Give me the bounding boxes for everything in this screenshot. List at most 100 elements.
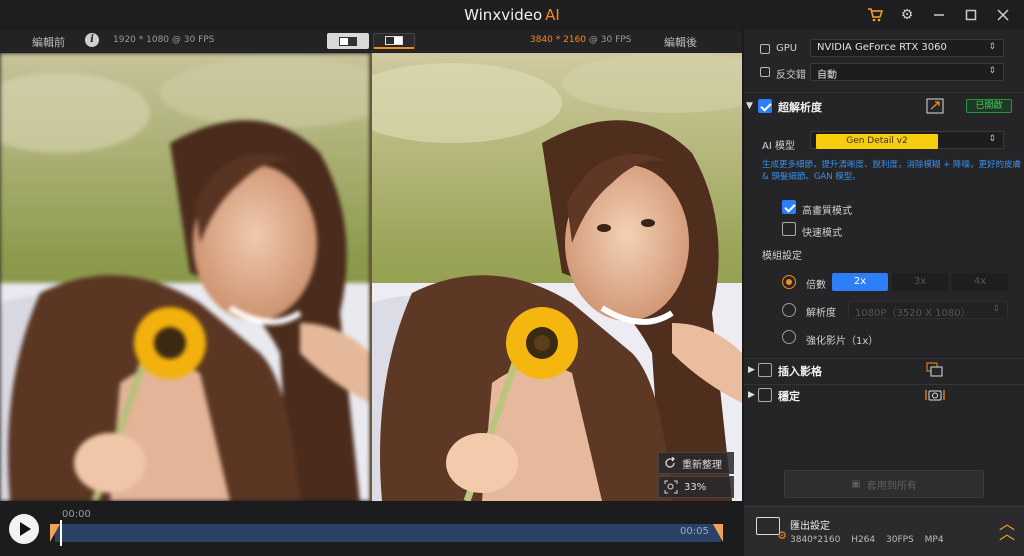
- frame-interp-title: 插入影格: [778, 365, 822, 378]
- gear-icon[interactable]: ⚙: [894, 5, 920, 25]
- title-bar: Winxvideo AI ⚙: [0, 0, 1024, 30]
- source-resolution: 1920 * 1080 @ 30 FPS: [113, 35, 215, 45]
- reset-label: 重新整理: [682, 459, 722, 471]
- frame-interp-checkbox[interactable]: [758, 363, 772, 377]
- fast-mode-checkbox[interactable]: [782, 222, 796, 236]
- copy-icon: ▣: [851, 478, 861, 490]
- ai-model-value: Gen Detail v2: [816, 134, 938, 149]
- deinterlace-label: 反交錯: [776, 70, 806, 81]
- section-divider: [744, 384, 1024, 385]
- chevron-right-icon[interactable]: ▶: [748, 390, 755, 400]
- side-by-side-view-button[interactable]: [373, 33, 415, 49]
- export-settings[interactable]: 匯出設定 3840*2160 H264 30FPS MP4 ︿︿: [744, 506, 1024, 556]
- cart-icon[interactable]: [862, 5, 888, 25]
- scale-option-4x[interactable]: 4x: [952, 273, 1008, 291]
- enhance-radio[interactable]: [782, 330, 796, 344]
- play-button[interactable]: [9, 514, 39, 544]
- resolution-label: 解析度: [806, 308, 836, 319]
- module-settings-label: 模組設定: [762, 251, 802, 262]
- after-label: 編輯後: [664, 36, 697, 49]
- export-codec: H264: [851, 535, 876, 545]
- apply-all-button[interactable]: ▣ 套用到所有: [784, 470, 984, 498]
- camera-stabilize-icon: [925, 390, 945, 401]
- app-name: Winxvideo: [464, 6, 543, 24]
- preview-before[interactable]: [0, 53, 370, 501]
- scale-option-3x[interactable]: 3x: [892, 273, 948, 291]
- enhance-label: 強化影片（1x）: [806, 336, 879, 347]
- split-view-button[interactable]: [327, 33, 369, 49]
- resolution-radio[interactable]: [782, 303, 796, 317]
- current-time: 00:00: [62, 509, 91, 520]
- info-icon[interactable]: i: [85, 33, 99, 47]
- scale-label: 倍數: [806, 280, 826, 291]
- export-settings-icon: [756, 517, 787, 542]
- before-label: 編輯前: [32, 36, 65, 49]
- export-title: 匯出設定: [790, 521, 830, 532]
- play-icon: [20, 522, 31, 536]
- resolution-value: 1080P（3520 X 1080）: [855, 308, 971, 319]
- gpu-value: NVIDIA GeForce RTX 3060: [817, 42, 947, 53]
- timeline: 00:00 00:05: [0, 502, 742, 556]
- status-badge: 已開啟: [966, 99, 1012, 113]
- preview-after[interactable]: [372, 53, 742, 501]
- preview-image-before: [0, 53, 370, 501]
- chevron-updown-icon: ⇕: [988, 42, 996, 52]
- ai-model-label: AI 模型: [762, 141, 795, 152]
- minimize-icon[interactable]: [926, 5, 952, 25]
- close-icon[interactable]: [990, 5, 1016, 25]
- super-res-title: 超解析度: [778, 101, 822, 114]
- frames-icon: [926, 362, 943, 377]
- end-time: 00:05: [680, 526, 709, 537]
- refresh-icon: [665, 457, 675, 468]
- apply-all-label: 套用到所有: [866, 480, 917, 492]
- zoom-icon: [664, 480, 678, 494]
- preview-image-after: [372, 53, 742, 501]
- deinterlace-icon: [760, 67, 770, 77]
- chevron-down-icon[interactable]: ▼: [746, 101, 753, 111]
- playhead[interactable]: [60, 520, 62, 546]
- chevron-updown-icon: ⇕: [988, 66, 996, 76]
- fast-mode-label: 快速模式: [802, 228, 842, 239]
- timeline-track[interactable]: [55, 524, 721, 542]
- scale-option-2x[interactable]: 2x: [832, 273, 888, 291]
- section-divider: [744, 358, 1024, 359]
- trim-start-handle[interactable]: [50, 524, 60, 542]
- hq-mode-label: 高畫質模式: [802, 206, 852, 217]
- upscale-icon: [926, 98, 944, 114]
- scale-radio[interactable]: [782, 275, 796, 289]
- model-description: 生成更多細節，提升清晰度、銳利度，消除模糊 + 降噪，更好的皮膚 & 頭髮細節。…: [762, 160, 1022, 182]
- stabilize-checkbox[interactable]: [758, 388, 772, 402]
- settings-panel: GPU NVIDIA GeForce RTX 3060 ⇕ 反交錯 自動 ⇕ ▼ 超…: [743, 30, 1024, 556]
- resolution-select[interactable]: 1080P（3520 X 1080） ⇕: [848, 301, 1008, 319]
- compare-header: 編輯前 i 1920 * 1080 @ 30 FPS 3840 * 2160 @…: [0, 30, 742, 52]
- app-name-accent: AI: [545, 6, 560, 24]
- section-divider: [744, 92, 1024, 93]
- zoom-level: 33%: [684, 481, 707, 493]
- side-by-side-icon: [385, 36, 403, 45]
- export-resolution: 3840*2160: [790, 535, 841, 545]
- output-resolution: 3840 * 2160 @ 30 FPS: [530, 35, 631, 45]
- chevron-updown-icon: ⇕: [992, 304, 1000, 314]
- output-resolution-value: 3840 * 2160: [530, 35, 587, 45]
- trim-end-handle[interactable]: [713, 524, 723, 542]
- super-res-checkbox[interactable]: [758, 99, 772, 113]
- window-controls: ⚙: [862, 5, 1016, 25]
- export-format: MP4: [924, 535, 944, 545]
- split-view-icon: [339, 36, 357, 46]
- zoom-button[interactable]: 33%: [658, 476, 734, 498]
- chevron-updown-icon: ⇕: [988, 134, 996, 144]
- deinterlace-value: 自動: [817, 70, 837, 81]
- gpu-icon: [760, 44, 770, 54]
- deinterlace-select[interactable]: 自動 ⇕: [810, 63, 1004, 81]
- gpu-label: GPU: [776, 43, 798, 54]
- chevron-double-up-icon[interactable]: ︿ ︿: [999, 516, 1015, 542]
- export-fps: 30FPS: [886, 535, 914, 545]
- export-spec: 3840*2160 H264 30FPS MP4: [790, 535, 952, 545]
- gpu-select[interactable]: NVIDIA GeForce RTX 3060 ⇕: [810, 39, 1004, 57]
- hq-mode-checkbox[interactable]: [782, 200, 796, 214]
- stabilize-title: 穩定: [778, 390, 800, 403]
- maximize-icon[interactable]: [958, 5, 984, 25]
- chevron-right-icon[interactable]: ▶: [748, 365, 755, 375]
- reset-button[interactable]: 重新整理: [658, 452, 734, 474]
- output-fps: @ 30 FPS: [588, 35, 632, 45]
